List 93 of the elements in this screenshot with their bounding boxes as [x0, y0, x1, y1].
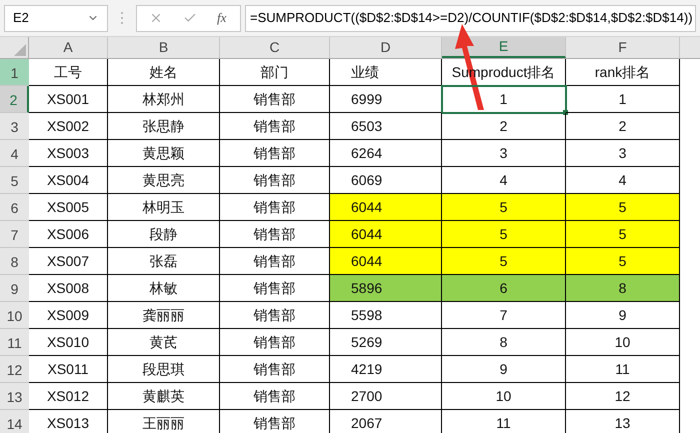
table-cell: XS007 [29, 248, 108, 275]
table-cell: 8 [566, 275, 680, 302]
table-cell: 4219 [330, 356, 442, 383]
table-cell: 6 [442, 275, 566, 302]
table-cell: 6264 [330, 140, 442, 167]
table-cell: 9 [442, 356, 566, 383]
table-cell: 5896 [330, 275, 442, 302]
row-header[interactable]: 5 [0, 167, 29, 194]
table-cell: 销售部 [220, 410, 330, 433]
table-cell: 5 [566, 194, 680, 221]
row-header[interactable]: 14 [0, 410, 29, 433]
table-cell: 6044 [330, 221, 442, 248]
table-cell: 2 [442, 113, 566, 140]
table-cell: 1 [442, 86, 566, 113]
table-cell: 2067 [330, 410, 442, 433]
table-cell: 姓名 [108, 59, 220, 86]
row-header[interactable]: 3 [0, 113, 29, 140]
table-cell: 林敏 [108, 275, 220, 302]
select-all-icon[interactable] [14, 44, 26, 56]
table-cell: 2700 [330, 383, 442, 410]
table-cell: 销售部 [220, 329, 330, 356]
table-cell: 业绩 [330, 59, 442, 86]
row-header[interactable]: 12 [0, 356, 29, 383]
table-cell: 王丽丽 [108, 410, 220, 433]
table-cell: XS013 [29, 410, 108, 433]
table-cell: 5 [442, 194, 566, 221]
table-cell: 销售部 [220, 383, 330, 410]
grip-dots-icon [120, 11, 124, 25]
table-cell: 6503 [330, 113, 442, 140]
insert-function-button[interactable]: fx [217, 8, 226, 28]
name-box[interactable]: E2 [4, 4, 108, 32]
table-cell: 销售部 [220, 86, 330, 113]
table-cell: XS010 [29, 329, 108, 356]
table-cell: XS001 [29, 86, 108, 113]
table-cell: 销售部 [220, 113, 330, 140]
table-cell: 黄思亮 [108, 167, 220, 194]
cancel-icon[interactable] [149, 11, 163, 25]
table-cell: 龚丽丽 [108, 302, 220, 329]
table-cell: 销售部 [220, 140, 330, 167]
table-cell: XS004 [29, 167, 108, 194]
table-cell: 段思琪 [108, 356, 220, 383]
column-header[interactable]: F [566, 37, 680, 58]
table-cell: 张思静 [108, 113, 220, 140]
table-cell: 销售部 [220, 356, 330, 383]
table-cell: 工号 [29, 59, 108, 86]
row-header[interactable]: 11 [0, 329, 29, 356]
table-cell: 5269 [330, 329, 442, 356]
table-cell: 张磊 [108, 248, 220, 275]
table-cell: 7 [442, 302, 566, 329]
table-cell: 部门 [220, 59, 330, 86]
table-cell: 5 [566, 221, 680, 248]
row-header[interactable]: 13 [0, 383, 29, 410]
table-cell: XS012 [29, 383, 108, 410]
table-cell: 6044 [330, 248, 442, 275]
row-header[interactable]: 1 [0, 59, 29, 86]
table-cell: 3 [442, 140, 566, 167]
row-header[interactable]: 2 [0, 86, 29, 113]
table-cell: 黄芪 [108, 329, 220, 356]
table-cell: 5 [442, 221, 566, 248]
table-cell: 销售部 [220, 167, 330, 194]
table-cell: 黄麒英 [108, 383, 220, 410]
table-cell: 8 [442, 329, 566, 356]
row-header[interactable]: 9 [0, 275, 29, 302]
column-header[interactable]: C [220, 37, 330, 58]
table-cell: 6999 [330, 86, 442, 113]
table-cell: XS008 [29, 275, 108, 302]
table-cell: 5 [566, 248, 680, 275]
fill-handle[interactable] [563, 110, 568, 115]
column-header[interactable]: A [29, 37, 108, 58]
table-cell: 11 [442, 410, 566, 433]
table-cell: 10 [442, 383, 566, 410]
row-header[interactable]: 4 [0, 140, 29, 167]
row-header[interactable]: 8 [0, 248, 29, 275]
column-header[interactable]: B [108, 37, 220, 58]
row-header[interactable]: 6 [0, 194, 29, 221]
table-cell: 林郑州 [108, 86, 220, 113]
table-cell: 销售部 [220, 302, 330, 329]
column-header[interactable]: E [442, 37, 566, 58]
table-cell: XS009 [29, 302, 108, 329]
table-cell: XS005 [29, 194, 108, 221]
table-cell: 黄思颖 [108, 140, 220, 167]
table-cell: 5 [442, 248, 566, 275]
table-cell: 5598 [330, 302, 442, 329]
table-cell: XS006 [29, 221, 108, 248]
table-cell: 林明玉 [108, 194, 220, 221]
table-cell: XS002 [29, 113, 108, 140]
formula-field[interactable]: =SUMPRODUCT(($D$2:$D$14>=D2)/COUNTIF($D$2:$D$14,$D$2:$D$14)) [245, 4, 696, 32]
row-header[interactable]: 10 [0, 302, 29, 329]
table-cell: 段静 [108, 221, 220, 248]
table-cell: XS011 [29, 356, 108, 383]
table-cell: 6044 [330, 194, 442, 221]
row-header[interactable]: 7 [0, 221, 29, 248]
table-cell: XS003 [29, 140, 108, 167]
